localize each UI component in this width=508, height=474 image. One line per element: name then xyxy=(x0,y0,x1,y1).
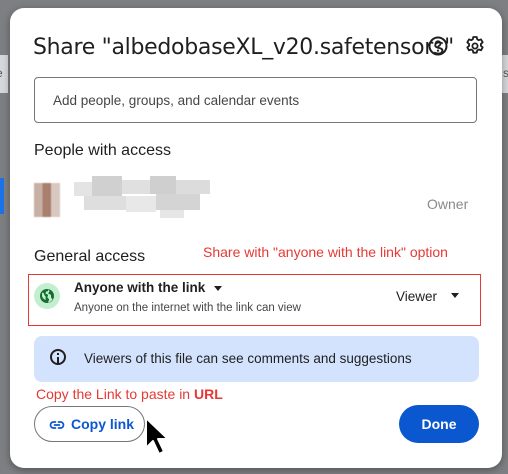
background-text-left: afe xyxy=(0,66,3,80)
copy-note-text: Copy the Link to paste in xyxy=(36,386,194,402)
general-access-heading: General access xyxy=(34,248,146,265)
access-dropdown-caret-icon[interactable] xyxy=(214,286,222,291)
copy-link-annotation: Copy the Link to paste in URL xyxy=(36,386,223,402)
background-highlight xyxy=(0,178,4,214)
info-icon xyxy=(50,349,66,365)
link-icon xyxy=(49,421,65,429)
role-dropdown-caret-icon[interactable] xyxy=(451,293,459,298)
mouse-pointer-icon xyxy=(145,417,169,455)
settings-gear-icon[interactable] xyxy=(463,34,487,58)
copy-link-button[interactable]: Copy link xyxy=(34,406,145,442)
copy-link-label: Copy link xyxy=(71,416,135,432)
owner-role-label: Owner xyxy=(427,196,469,212)
done-button[interactable]: Done xyxy=(399,405,479,443)
access-option-label[interactable]: Anyone with the link xyxy=(74,280,205,295)
add-people-input[interactable] xyxy=(34,77,477,123)
avatar xyxy=(34,183,60,217)
dialog-title: Share "albedobaseXL_v20.safetensors" xyxy=(33,35,454,60)
copy-note-emphasis: URL xyxy=(194,386,223,402)
access-option-description: Anyone on the internet with the link can… xyxy=(74,302,301,314)
info-banner: Viewers of this file can see comments an… xyxy=(34,336,479,382)
help-icon[interactable] xyxy=(426,34,450,58)
people-with-access-heading: People with access xyxy=(34,142,171,159)
share-option-annotation: Share with "anyone with the link" option xyxy=(203,244,448,260)
share-dialog: Share "albedobaseXL_v20.safetensors" Peo… xyxy=(10,8,502,468)
background-text-right: saf xyxy=(503,66,508,80)
globe-icon xyxy=(34,283,60,309)
info-banner-text: Viewers of this file can see comments an… xyxy=(84,351,412,366)
viewer-role-select[interactable]: Viewer xyxy=(396,289,437,304)
